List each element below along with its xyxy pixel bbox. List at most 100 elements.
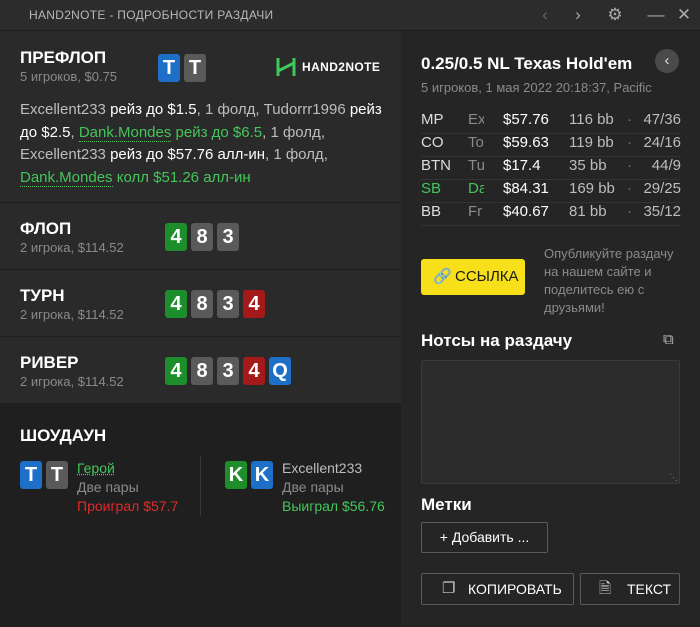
card: T bbox=[158, 54, 180, 82]
player-stack: $59.63 bbox=[503, 134, 549, 151]
player-name: Tu bbox=[468, 157, 484, 174]
street-title: ТУРН bbox=[20, 286, 65, 305]
street-section: РИВЕР 2 игрока, $114.52 4 8 3 4 Q bbox=[0, 337, 401, 404]
player-bb: 35 bb bbox=[569, 157, 607, 174]
hand2note-logo-icon bbox=[276, 56, 296, 78]
player-stat: 35/12 bbox=[643, 203, 681, 220]
share-link-label: ССЫЛКА bbox=[455, 268, 519, 285]
street-title: РИВЕР bbox=[20, 353, 79, 372]
card: 4 bbox=[165, 357, 187, 385]
title-bar: HAND2NOTE - ПОДРОБНОСТИ РАЗДАЧИ ‹ › ⚙ — … bbox=[0, 0, 700, 31]
player-row[interactable]: CO To $59.63 119 bb · 24/16 bbox=[421, 134, 681, 157]
text-button[interactable]: 🗎 ТЕКСТ bbox=[580, 573, 680, 605]
showdown-divider bbox=[200, 456, 201, 516]
street-subtitle: 2 игрока, $114.52 bbox=[20, 240, 124, 255]
card: T bbox=[184, 54, 206, 82]
share-promo-text: Опубликуйте раздачу на нашем сайте и под… bbox=[544, 246, 674, 315]
player-name: Ex bbox=[468, 111, 484, 128]
player-name: Da bbox=[468, 180, 484, 197]
log-segment: колл $51.26 алл-ин bbox=[112, 168, 251, 186]
copy-button[interactable]: ❐ КОПИРОВАТЬ bbox=[421, 573, 574, 605]
player-dot: · bbox=[627, 203, 632, 220]
showdown-result: Проиграл $57.7 bbox=[77, 498, 179, 514]
player-row[interactable]: SB Da $84.31 169 bb · 29/25 bbox=[421, 180, 681, 203]
link-icon: 🔗 bbox=[433, 268, 452, 285]
card: 3 bbox=[217, 223, 239, 251]
showdown-hand-rank: Две пары bbox=[77, 479, 139, 495]
showdown-player-name[interactable]: Excellent233 bbox=[282, 460, 401, 476]
card: Q bbox=[269, 357, 291, 385]
close-icon[interactable]: ✕ bbox=[673, 4, 695, 26]
text-label: ТЕКСТ bbox=[627, 581, 672, 597]
minimize-icon[interactable]: — bbox=[645, 4, 667, 26]
log-segment: , 1 фолд, bbox=[264, 146, 328, 163]
log-segment: рейз до $57.76 алл-ин bbox=[110, 146, 265, 163]
log-segment: , bbox=[70, 123, 79, 141]
player-row[interactable]: BB Fr $40.67 81 bb · 35/12 bbox=[421, 203, 681, 226]
log-segment[interactable]: Dank.Mondes bbox=[20, 168, 113, 187]
player-bb: 169 bb bbox=[569, 180, 615, 197]
player-name: To bbox=[468, 134, 484, 151]
card: 4 bbox=[165, 290, 187, 318]
street-section: ФЛОП 2 игрока, $114.52 4 8 3 bbox=[0, 203, 401, 270]
card: 8 bbox=[191, 357, 213, 385]
player-bb: 116 bb bbox=[569, 111, 614, 128]
log-segment[interactable]: Dank.Mondes bbox=[78, 123, 172, 142]
log-segment: , 1 фолд, Tudorrr1996 bbox=[196, 101, 350, 118]
log-segment: Excellent233 bbox=[20, 101, 111, 118]
external-link-icon[interactable]: ⧉ bbox=[663, 331, 681, 349]
chevron-left-icon[interactable]: ‹ bbox=[534, 4, 556, 26]
showdown-result: Выиграл $56.76 bbox=[282, 498, 385, 514]
chevron-right-icon[interactable]: › bbox=[567, 4, 589, 26]
card: T bbox=[20, 461, 42, 489]
card: T bbox=[46, 461, 68, 489]
player-bb: 81 bb bbox=[569, 203, 607, 220]
preflop-subtitle: 5 игроков, $0.75 bbox=[20, 69, 118, 84]
player-stack: $84.31 bbox=[503, 180, 549, 197]
player-stack: $57.76 bbox=[503, 111, 549, 128]
copy-label: КОПИРОВАТЬ bbox=[468, 581, 562, 597]
card: 3 bbox=[217, 357, 239, 385]
preflop-action-log: Excellent233 рейз до $1.5, 1 фолд, Tudor… bbox=[20, 99, 382, 189]
card: 4 bbox=[243, 290, 265, 318]
copy-icon: ❐ bbox=[442, 580, 456, 597]
window-title: HAND2NOTE - ПОДРОБНОСТИ РАЗДАЧИ bbox=[29, 8, 274, 22]
street-section: ТУРН 2 игрока, $114.52 4 8 3 4 bbox=[0, 270, 401, 337]
player-dot: · bbox=[627, 157, 632, 174]
street-subtitle: 2 игрока, $114.52 bbox=[20, 307, 124, 322]
game-subtitle: 5 игроков, 1 мая 2022 20:18:37, Pacific bbox=[421, 80, 652, 95]
card: 4 bbox=[165, 223, 187, 251]
player-stat: 29/25 bbox=[643, 180, 681, 197]
notes-input[interactable] bbox=[421, 360, 680, 484]
share-link-button[interactable]: 🔗 ССЫЛКА bbox=[421, 259, 525, 295]
player-pos: BB bbox=[421, 203, 442, 220]
gear-icon[interactable]: ⚙ bbox=[604, 4, 626, 26]
player-stack: $40.67 bbox=[503, 203, 549, 220]
card: K bbox=[251, 461, 273, 489]
resize-grip-icon[interactable]: ⋱ bbox=[669, 473, 678, 482]
card: 8 bbox=[191, 290, 213, 318]
player-stack: $17.4 bbox=[503, 157, 541, 174]
logo-text: HAND2NOTE bbox=[302, 60, 381, 74]
preflop-section: ПРЕФЛОП 5 игроков, $0.75 TT HAND2NOTE Ex… bbox=[0, 31, 401, 203]
showdown-title: ШОУДАУН bbox=[20, 426, 107, 445]
card: K bbox=[225, 461, 247, 489]
log-segment: рейз до $6.5 bbox=[171, 123, 263, 141]
hand-history-panel: ПРЕФЛОП 5 игроков, $0.75 TT HAND2NOTE Ex… bbox=[0, 31, 401, 627]
player-dot: · bbox=[627, 180, 632, 197]
card: 3 bbox=[217, 290, 239, 318]
collapse-button[interactable]: ‹ bbox=[655, 49, 679, 73]
log-segment: рейз до $1.5 bbox=[110, 101, 197, 118]
chevron-left-icon: ‹ bbox=[664, 52, 670, 69]
player-pos: BTN bbox=[421, 157, 451, 174]
tags-title: Метки bbox=[421, 495, 472, 514]
add-tag-button[interactable]: + Добавить ... bbox=[421, 522, 548, 553]
player-stat: 47/36 bbox=[643, 111, 681, 128]
player-pos: CO bbox=[421, 134, 444, 151]
player-row[interactable]: MP Ex $57.76 116 bb · 47/36 bbox=[421, 111, 681, 134]
street-title: ФЛОП bbox=[20, 219, 72, 238]
game-title: 0.25/0.5 NL Texas Hold'em bbox=[421, 54, 633, 73]
player-row[interactable]: BTN Tu $17.4 35 bb · 44/9 bbox=[421, 157, 681, 180]
showdown-player-name[interactable]: Герой bbox=[77, 460, 196, 476]
card: 4 bbox=[243, 357, 265, 385]
